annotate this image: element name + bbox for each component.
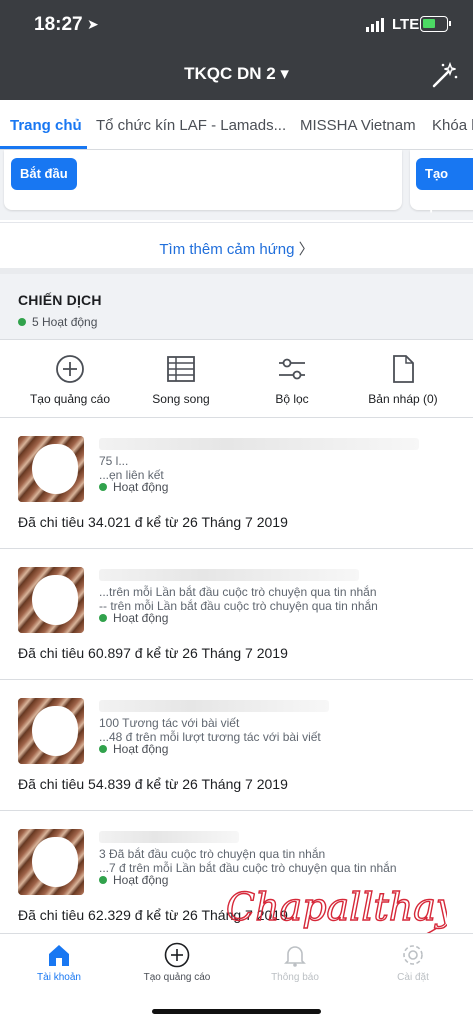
campaign-thumbnail bbox=[18, 436, 84, 502]
status-dot bbox=[99, 876, 107, 884]
chevron-right-icon: 〉 bbox=[298, 241, 314, 258]
campaign-result: 75 l... bbox=[99, 454, 129, 468]
create-button[interactable]: Tạo quản bbox=[416, 158, 473, 213]
campaign-meta: 3 Đã bắt đầu cuộc trò chuyện qua tin nhắ… bbox=[99, 831, 459, 875]
campaign-status: Hoạt động bbox=[99, 873, 168, 887]
tab-create-ad[interactable]: Tạo quảng cáo bbox=[118, 942, 236, 983]
status-dot bbox=[99, 745, 107, 753]
create-ad-action[interactable]: Tạo quảng cáo bbox=[10, 354, 130, 406]
drafts-action[interactable]: Bản nháp (0) bbox=[343, 354, 463, 406]
tab-account[interactable]: Tài khoản bbox=[0, 942, 118, 983]
campaign-row[interactable]: 75 l... ...ẹn liên kết Hoạt động Đã chi … bbox=[0, 418, 473, 549]
campaign-result: 100 Tương tác với bài viết bbox=[99, 716, 240, 730]
tab-account-label: Tài khoản bbox=[37, 972, 81, 983]
tab-khoa[interactable]: Khóa h bbox=[432, 117, 473, 134]
plus-circle-icon bbox=[56, 355, 84, 383]
network-label: LTE bbox=[392, 16, 420, 33]
find-more-inspiration[interactable]: Tìm thêm cảm hứng 〉 bbox=[0, 222, 473, 268]
svg-text:Chapallthay: Chapallthay bbox=[226, 885, 447, 929]
campaigns-header: CHIẾN DỊCH 5 Hoạt động bbox=[0, 274, 473, 340]
side-by-side-action[interactable]: Song song bbox=[121, 354, 241, 406]
status-time: 18:27 bbox=[34, 14, 83, 35]
campaign-row[interactable]: 100 Tương tác với bài viết ...48 đ trên … bbox=[0, 680, 473, 811]
promo-card-2: Tạo quản bbox=[410, 150, 473, 213]
filter-action[interactable]: Bộ lọc bbox=[232, 354, 352, 406]
campaign-result: 3 Đã bắt đầu cuộc trò chuyện qua tin nhắ… bbox=[99, 847, 326, 861]
filter-label: Bộ lọc bbox=[275, 392, 309, 406]
campaign-spent: Đã chi tiêu 34.021 đ kể từ 26 Tháng 7 20… bbox=[18, 514, 288, 530]
tab-laf[interactable]: Tổ chức kín LAF - Lamads... bbox=[96, 117, 286, 134]
campaign-status: Hoạt động bbox=[99, 480, 168, 494]
campaign-status: Hoạt động bbox=[99, 742, 168, 756]
bell-icon bbox=[284, 946, 306, 967]
status-bar: 18:27 ➤ LTE bbox=[0, 0, 473, 50]
tab-settings-label: Cài đặt bbox=[397, 972, 429, 983]
active-dot bbox=[18, 318, 26, 326]
status-dot bbox=[99, 614, 107, 622]
campaign-thumbnail bbox=[18, 829, 84, 895]
draft-document-icon bbox=[393, 355, 414, 383]
drafts-label: Bản nháp (0) bbox=[368, 392, 438, 406]
campaign-meta: 75 l... ...ẹn liên kết bbox=[99, 438, 459, 482]
active-count: 5 Hoạt động bbox=[32, 315, 98, 329]
home-indicator bbox=[152, 1009, 321, 1014]
campaign-actions: Tạo quảng cáo Song song Bộ lọc Bản nháp … bbox=[0, 340, 473, 418]
promo-card: Bắt đầu bbox=[4, 150, 402, 210]
gear-icon bbox=[403, 945, 423, 965]
create-ad-label: Tạo quảng cáo bbox=[29, 392, 111, 406]
side-by-side-label: Song song bbox=[152, 392, 210, 406]
tab-settings[interactable]: Cài đặt bbox=[354, 942, 472, 983]
tab-home[interactable]: Trang chủ bbox=[10, 117, 82, 134]
campaign-row[interactable]: ...trên mỗi Lần bắt đầu cuộc trò chuyện … bbox=[0, 549, 473, 680]
battery-icon bbox=[420, 16, 451, 32]
campaign-spent: Đã chi tiêu 60.897 đ kể từ 26 Tháng 7 20… bbox=[18, 645, 288, 661]
home-icon bbox=[49, 945, 69, 966]
tab-notifications-label: Thông báo bbox=[271, 972, 319, 983]
tab-create-ad-label: Tạo quảng cáo bbox=[143, 972, 211, 983]
campaign-thumbnail bbox=[18, 567, 84, 633]
status-dot bbox=[99, 483, 107, 491]
campaign-thumbnail bbox=[18, 698, 84, 764]
location-arrow-icon: ➤ bbox=[87, 16, 99, 32]
tab-missha[interactable]: MISSHA Vietnam bbox=[300, 117, 416, 134]
magic-wand-icon[interactable] bbox=[430, 60, 460, 90]
signal-icon bbox=[366, 18, 384, 32]
start-button[interactable]: Bắt đầu bbox=[11, 158, 77, 190]
campaigns-title: CHIẾN DỊCH bbox=[18, 292, 102, 308]
campaign-meta: ...trên mỗi Lần bắt đầu cuộc trò chuyện … bbox=[99, 569, 459, 613]
account-tabs: Trang chủ Tổ chức kín LAF - Lamads... MI… bbox=[0, 100, 473, 150]
campaign-spent: Đã chi tiêu 54.839 đ kể từ 26 Tháng 7 20… bbox=[18, 776, 288, 792]
find-more-label: Tìm thêm cảm hứng 〉 bbox=[159, 241, 314, 258]
account-selector[interactable]: TKQC DN 2 ▾ bbox=[0, 64, 473, 84]
tab-notifications[interactable]: Thông báo bbox=[236, 942, 354, 983]
filter-sliders-icon bbox=[279, 358, 305, 380]
plus-circle-icon bbox=[164, 942, 190, 968]
campaign-status: Hoạt động bbox=[99, 611, 168, 625]
campaign-meta: 100 Tương tác với bài viết ...48 đ trên … bbox=[99, 700, 459, 744]
grid-list-icon bbox=[167, 356, 195, 382]
campaign-result: ...trên mỗi Lần bắt đầu cuộc trò chuyện … bbox=[99, 585, 377, 599]
cards-carousel: Bắt đầu Tạo quản bbox=[0, 150, 473, 220]
nav-bar: TKQC DN 2 ▾ bbox=[0, 50, 473, 100]
active-tab-indicator bbox=[0, 146, 87, 149]
